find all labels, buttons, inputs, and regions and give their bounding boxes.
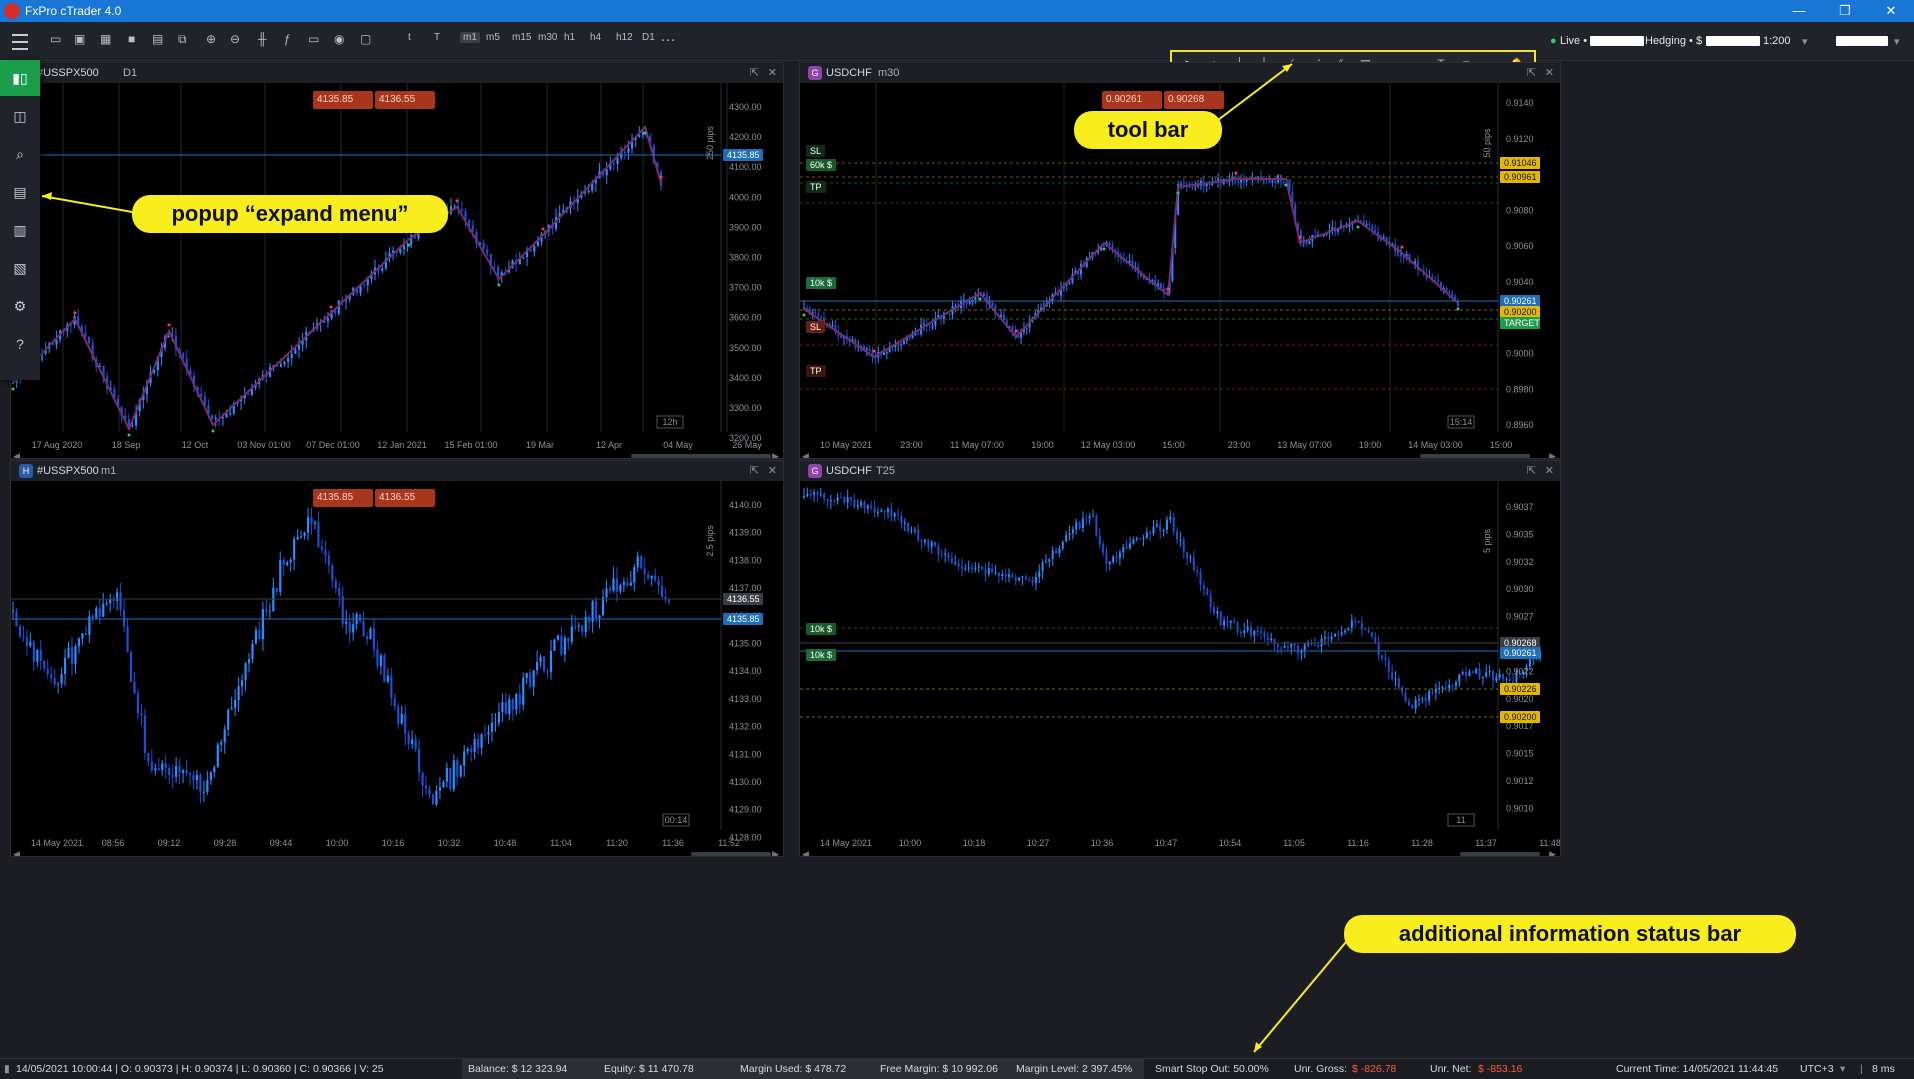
callout-toolbar: tool bar (1074, 111, 1222, 149)
unrealized-gross-value: $ -826.78 (1352, 1063, 1397, 1075)
equity: Equity: $ 11 470.78 (604, 1063, 694, 1075)
unrealized-net-value: $ -853.16 (1478, 1063, 1523, 1075)
status-bar: ▮ 14/05/2021 10:00:44 | O: 0.90373 | H: … (0, 1058, 1914, 1079)
free-margin: Free Margin: $ 10 992.06 (880, 1063, 998, 1075)
unrealized-net-label: Unr. Net: (1430, 1063, 1472, 1075)
ping: 8 ms (1872, 1063, 1895, 1075)
timezone[interactable]: UTC+3 (1800, 1063, 1834, 1075)
unrealized-gross-label: Unr. Gross: (1294, 1063, 1348, 1075)
current-time: Current Time: 14/05/2021 11:44:45 (1616, 1063, 1779, 1075)
connection-icon: ▮ (4, 1063, 10, 1075)
ohlc-readout: 14/05/2021 10:00:44 | O: 0.90373 | H: 0.… (16, 1063, 384, 1075)
separator: | (1860, 1063, 1863, 1075)
callout-status-bar: additional information status bar (1344, 915, 1796, 953)
margin-used: Margin Used: $ 478.72 (740, 1063, 847, 1075)
margin-level: Margin Level: 2 397.45% (1016, 1063, 1133, 1075)
smart-stop-out: Smart Stop Out: 50.00% (1155, 1063, 1269, 1075)
balance: Balance: $ 12 323.94 (468, 1063, 568, 1075)
callout-expand-menu: popup “expand menu” (132, 195, 448, 233)
timezone-dropdown-icon[interactable]: ▾ (1840, 1063, 1845, 1075)
